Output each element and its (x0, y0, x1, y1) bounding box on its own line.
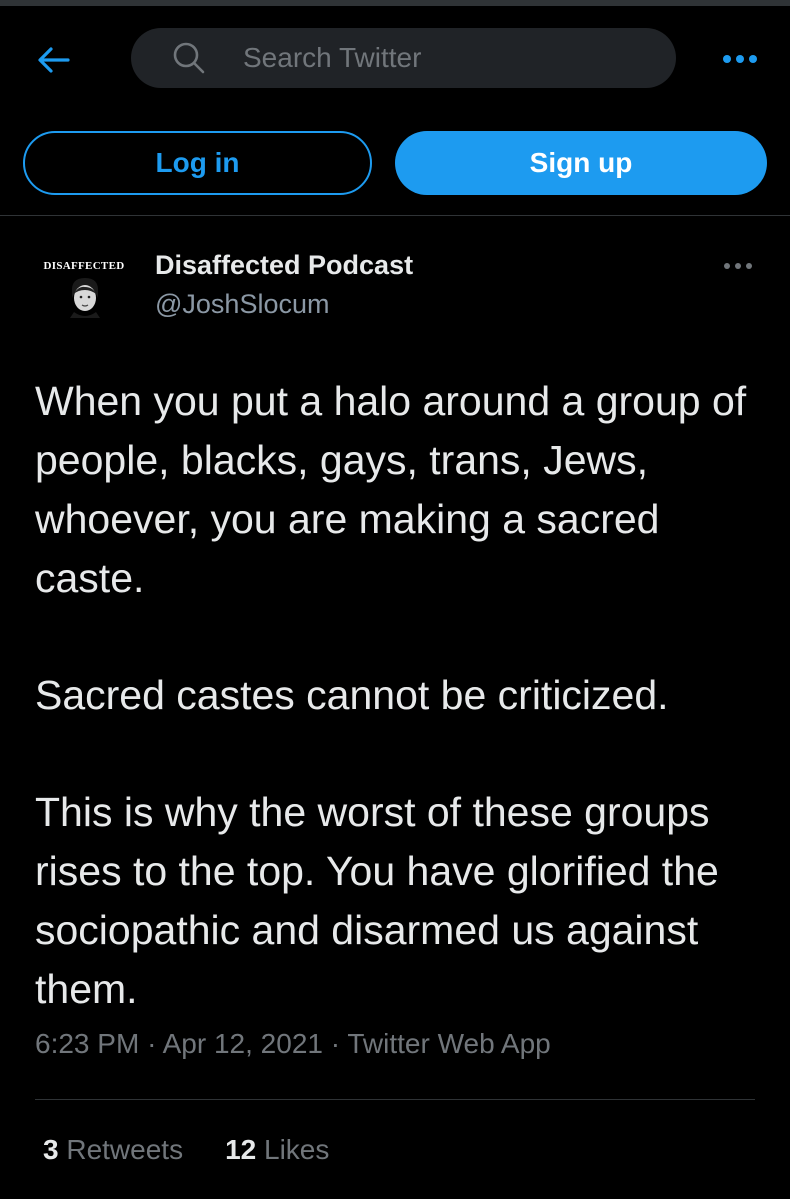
more-options-button[interactable] (718, 42, 762, 76)
likes-label: Likes (264, 1134, 330, 1165)
search-input[interactable] (241, 41, 625, 75)
arrow-left-icon (38, 47, 70, 73)
avatar[interactable]: DISAFFECTED (38, 250, 130, 334)
more-horizontal-icon (724, 263, 752, 269)
login-button[interactable]: Log in (23, 131, 372, 195)
likes-count: 12 (225, 1134, 257, 1165)
signup-button[interactable]: Sign up (395, 131, 767, 195)
top-border (0, 0, 790, 6)
retweets-label: Retweets (66, 1134, 184, 1165)
search-icon (171, 40, 207, 76)
author-name[interactable]: Disaffected Podcast (155, 250, 413, 281)
meta-separator: · (147, 1028, 163, 1059)
more-horizontal-icon (723, 55, 757, 63)
retweets-stat[interactable]: 3 Retweets (43, 1134, 183, 1166)
tweet-paragraph: This is why the worst of these groups ri… (35, 789, 719, 1012)
back-button[interactable] (30, 38, 78, 82)
likes-stat[interactable]: 12 Likes (225, 1134, 329, 1166)
tweet-time[interactable]: 6:23 PM (35, 1028, 139, 1059)
author-handle[interactable]: @JoshSlocum (155, 289, 329, 320)
tweet-paragraph: Sacred castes cannot be criticized. (35, 672, 669, 718)
retweets-count: 3 (43, 1134, 59, 1165)
tweet-meta: 6:23 PM · Apr 12, 2021 · Twitter Web App (35, 1028, 551, 1060)
meta-separator: · (330, 1028, 348, 1059)
tweet-source[interactable]: Twitter Web App (347, 1028, 550, 1059)
avatar-logo-text: DISAFFECTED (43, 260, 125, 272)
tweet-stats: 3 Retweets 12 Likes (43, 1134, 371, 1166)
search-bar[interactable] (131, 28, 676, 88)
tweet-date[interactable]: Apr 12, 2021 (163, 1028, 323, 1059)
tweet-paragraph: When you put a halo around a group of pe… (35, 378, 747, 601)
tweet-text: When you put a halo around a group of pe… (35, 372, 765, 1019)
tweet-more-button[interactable] (720, 254, 756, 278)
header-divider (0, 215, 790, 216)
stats-divider (35, 1099, 755, 1100)
avatar-portrait-icon (70, 278, 100, 318)
